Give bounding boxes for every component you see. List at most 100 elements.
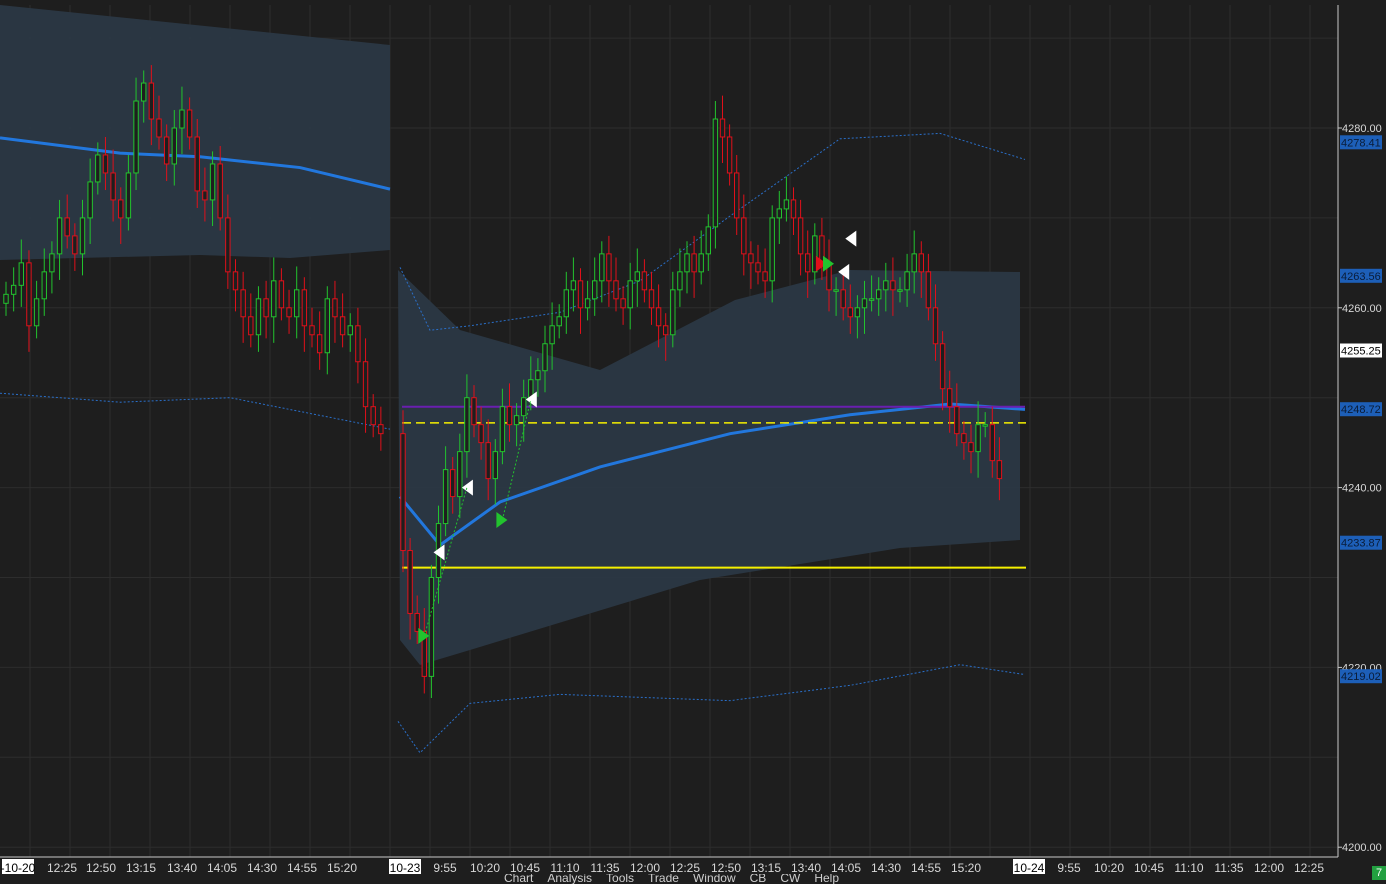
menu-cw[interactable]: CW [780, 874, 800, 884]
time-tick-label: 13:15 [126, 861, 156, 875]
price-badge-label: 4255.25 [1341, 346, 1381, 358]
menu-tools[interactable]: Tools [606, 874, 634, 884]
candle-body [833, 289, 839, 292]
candle-body [378, 424, 384, 435]
candle-body [939, 343, 946, 390]
candlestick-chart[interactable]: 4280.004260.004240.004220.004200.004278.… [0, 0, 1386, 884]
candle-body [110, 172, 116, 201]
time-tick-label: 12:25 [47, 861, 77, 875]
candle-body [118, 199, 124, 219]
candle-body [911, 253, 917, 273]
menu-help[interactable]: Help [814, 874, 839, 884]
candle-body [362, 361, 369, 408]
candle-body [698, 253, 704, 273]
candle-body [141, 82, 147, 102]
time-tick-label: 10:45 [510, 861, 540, 875]
candle-body [705, 226, 711, 255]
candle-body [691, 253, 697, 273]
candle-body [655, 307, 662, 327]
candle-body [755, 262, 761, 273]
time-tick-label: 14:05 [207, 861, 237, 875]
time-tick-label: 11:10 [550, 861, 579, 875]
time-tick-label: 12:50 [711, 861, 741, 875]
candle-body [620, 298, 626, 309]
menu-cb[interactable]: CB [750, 874, 767, 884]
candle-body [648, 289, 655, 309]
candle-body [370, 406, 376, 426]
candle-body [471, 397, 477, 426]
candle-body [499, 406, 506, 453]
candle-body [762, 271, 768, 282]
candle-body [876, 289, 882, 300]
time-tick-label: 9:55 [1057, 861, 1081, 875]
candle-body [535, 370, 541, 381]
candle-body [464, 397, 470, 453]
candle-body [968, 442, 974, 453]
price-tick-label: 4280.00 [1342, 123, 1382, 135]
menu-trade[interactable]: Trade [648, 874, 679, 884]
time-tick-label: 14:30 [247, 861, 277, 875]
candle-body [613, 280, 619, 300]
candle-body [316, 334, 323, 354]
candle-body [556, 316, 562, 327]
menu-analysis[interactable]: Analysis [547, 874, 592, 884]
candle-body [769, 217, 775, 282]
candle-body [232, 271, 239, 291]
price-badge-label: 4263.56 [1341, 271, 1381, 283]
candle-body [26, 262, 32, 327]
candle-body [868, 298, 875, 301]
menu-bar: Chart Analysis Tools Trade Window CB CW … [504, 874, 839, 884]
candle-body [347, 325, 353, 336]
candle-body [278, 280, 285, 309]
candle-body [186, 109, 193, 138]
time-tick-label: 14:05 [831, 861, 861, 875]
candle-body [217, 163, 223, 219]
candle-body [478, 424, 484, 444]
candle-body [670, 289, 676, 336]
time-tick-label: 14:55 [911, 861, 941, 875]
candle-body [79, 217, 86, 255]
candle-body [442, 469, 449, 525]
candle-body [947, 388, 953, 408]
time-tick-label: 12:00 [630, 861, 660, 875]
candle-body [125, 172, 132, 219]
menu-chart[interactable]: Chart [504, 874, 533, 884]
candle-body [542, 343, 548, 372]
candle-body [584, 298, 591, 309]
candle-body [897, 289, 903, 292]
menu-window[interactable]: Window [693, 874, 736, 884]
candle-body [56, 217, 63, 255]
candle-body [41, 271, 47, 300]
candle-body [95, 154, 101, 183]
candle-body [741, 217, 747, 255]
price-tick-label: 4240.00 [1342, 483, 1382, 495]
candle-body [549, 325, 555, 345]
candle-body [202, 190, 208, 201]
candle-body [407, 550, 413, 614]
candle-body [492, 451, 499, 480]
candle-body [209, 163, 216, 201]
status-badge: 7 [1372, 866, 1386, 880]
time-tick-label: 14:30 [871, 861, 901, 875]
candle-body [339, 316, 346, 336]
price-tick-label: 4200.00 [1342, 842, 1382, 854]
candle-body [355, 325, 361, 363]
candle-body [883, 280, 889, 291]
candle-body [840, 289, 846, 309]
candle-body [961, 433, 967, 444]
candle-body [18, 262, 25, 286]
time-tick-label: 10-24 [1014, 861, 1045, 875]
candle-body [996, 460, 1003, 480]
time-tick-label: 13:40 [167, 861, 197, 875]
candle-body [255, 298, 262, 336]
price-badge-label: 4248.72 [1341, 404, 1381, 416]
candle-body [861, 298, 868, 309]
candle-body [64, 217, 70, 237]
time-tick-label: 15:20 [327, 861, 357, 875]
candle-body [294, 289, 300, 318]
candle-body [712, 118, 719, 228]
candle-body [734, 172, 740, 219]
candle-body [309, 325, 315, 336]
candle-body [783, 199, 790, 210]
time-tick-label: 13:40 [791, 861, 821, 875]
